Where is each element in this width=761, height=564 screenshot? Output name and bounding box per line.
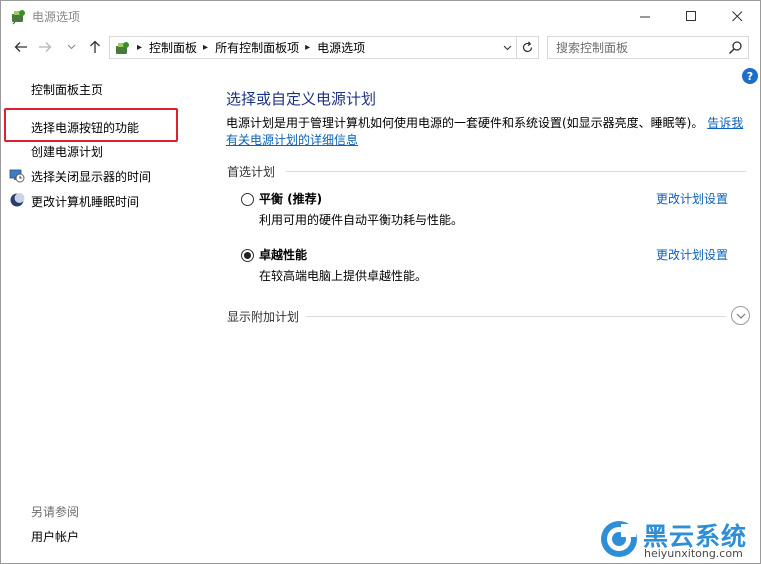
chevron-down-icon (67, 44, 75, 50)
breadcrumb-control-panel[interactable]: 控制面板 (149, 39, 197, 56)
control-panel-icon (116, 41, 129, 54)
search-input[interactable] (548, 37, 726, 58)
power-options-window: 电源选项 ▸ 控制面板 ▸ 所有控制面板项 ▸ 电源选项 搜索控制面板 ? 控制… (0, 0, 761, 564)
arrow-right-icon (39, 42, 52, 52)
window-title: 电源选项 (32, 10, 81, 24)
ultimate-change-settings-link[interactable]: 更改计划设置 (656, 246, 728, 263)
chevron-down-icon (503, 45, 511, 50)
balanced-plan-description: 利用可用的硬件自动平衡功耗与性能。 (259, 213, 464, 227)
ultimate-performance-description: 在较高端电脑上提供卓越性能。 (259, 269, 428, 283)
balanced-change-settings-link[interactable]: 更改计划设置 (656, 190, 728, 207)
balanced-plan-name[interactable]: 平衡 (推荐) (259, 190, 322, 207)
refresh-icon (522, 41, 533, 53)
forward-button[interactable] (35, 37, 55, 57)
maximize-button[interactable] (668, 1, 714, 32)
monitor-clock-icon (9, 169, 25, 183)
watermark-logo (601, 521, 637, 557)
up-button[interactable] (85, 37, 105, 57)
breadcrumb-separator: ▸ (137, 42, 143, 53)
watermark-url: heiyunxitong.com (644, 547, 743, 560)
help-button[interactable]: ? (742, 68, 758, 84)
divider (286, 171, 746, 172)
change-sleep-time-link[interactable]: 更改计算机睡眠时间 (31, 193, 139, 210)
expand-additional-plans-button[interactable] (731, 306, 750, 325)
choose-power-button-link[interactable]: 选择电源按钮的功能 (31, 119, 139, 136)
divider (306, 316, 726, 317)
minimize-icon (639, 16, 650, 18)
see-also-label: 另请参阅 (31, 505, 80, 519)
close-button[interactable] (714, 1, 760, 32)
user-accounts-link[interactable]: 用户帐户 (31, 528, 79, 545)
maximize-icon (685, 11, 696, 21)
page-description: 电源计划是用于管理计算机如何使用电源的一套硬件和系统设置(如显示器亮度、睡眠等)… (226, 115, 754, 149)
power-options-icon (12, 10, 25, 25)
search-icon[interactable] (728, 40, 743, 55)
breadcrumb-power-options[interactable]: 电源选项 (317, 39, 365, 56)
recent-locations-button[interactable] (64, 37, 78, 57)
ultimate-performance-name[interactable]: 卓越性能 (259, 246, 307, 263)
search-box[interactable] (547, 36, 749, 59)
breadcrumb-separator[interactable]: ▸ (305, 42, 310, 53)
moon-icon (10, 193, 25, 207)
refresh-button[interactable] (517, 36, 539, 59)
title-bar: 电源选项 (1, 1, 760, 32)
breadcrumb-separator[interactable]: ▸ (203, 42, 208, 53)
close-icon (731, 11, 742, 22)
control-panel-home-link[interactable]: 控制面板主页 (31, 81, 103, 98)
balanced-plan-radio[interactable] (241, 193, 254, 206)
back-button[interactable] (11, 37, 31, 57)
address-dropdown-button[interactable] (498, 37, 516, 58)
arrow-up-icon (90, 40, 100, 53)
create-power-plan-link[interactable]: 创建电源计划 (31, 143, 103, 160)
address-bar[interactable]: ▸ 控制面板 ▸ 所有控制面板项 ▸ 电源选项 (109, 36, 517, 59)
question-mark-icon: ? (746, 69, 754, 83)
choose-display-off-link[interactable]: 选择关闭显示器的时间 (31, 168, 151, 185)
ultimate-performance-radio[interactable] (241, 249, 254, 262)
chevron-down-icon (736, 313, 745, 319)
breadcrumb-all-items[interactable]: 所有控制面板项 (215, 39, 299, 56)
arrow-left-icon (14, 42, 27, 52)
minimize-button[interactable] (622, 1, 668, 32)
preferred-plans-label: 首选计划 (227, 165, 276, 179)
show-additional-plans-label[interactable]: 显示附加计划 (227, 308, 299, 325)
page-title: 选择或自定义电源计划 (226, 90, 377, 108)
description-text: 电源计划是用于管理计算机如何使用电源的一套硬件和系统设置(如显示器亮度、睡眠等)… (226, 116, 704, 130)
